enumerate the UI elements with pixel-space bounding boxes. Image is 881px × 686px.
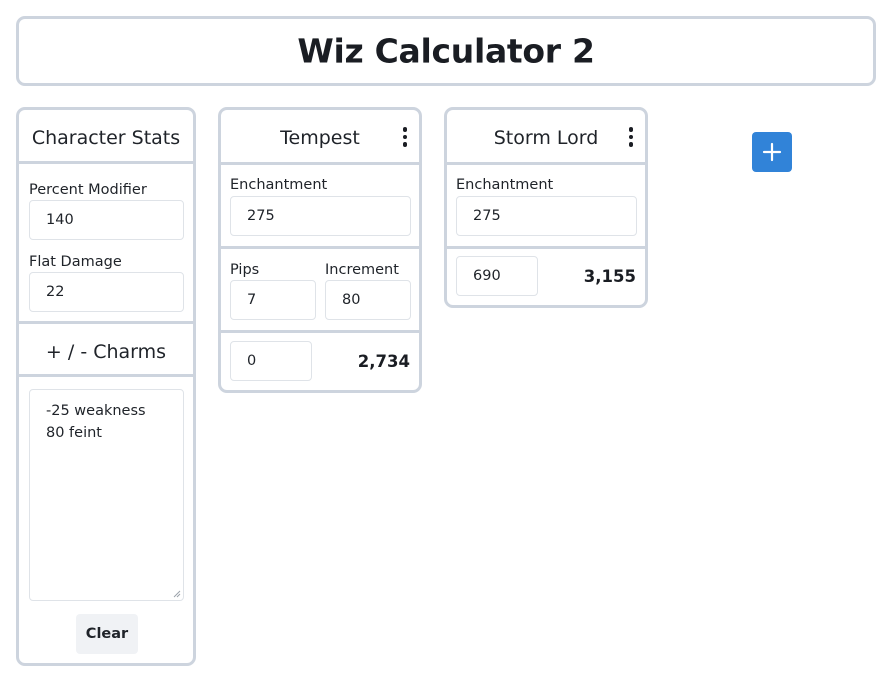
flat-damage-input[interactable]: 22 bbox=[29, 272, 184, 312]
divider bbox=[19, 161, 193, 164]
divider bbox=[19, 374, 193, 377]
add-spell-button[interactable] bbox=[752, 132, 792, 172]
spell-name: Storm Lord bbox=[493, 127, 599, 149]
damage-result: 3,155 bbox=[583, 267, 636, 286]
character-stats-panel: Character Stats Percent Modifier 140 Fla… bbox=[16, 107, 196, 666]
charm-line: -25 weakness bbox=[46, 403, 146, 419]
percent-modifier-input[interactable]: 140 bbox=[29, 200, 184, 240]
increment-label: Increment bbox=[325, 262, 399, 278]
flat-damage-label: Flat Damage bbox=[29, 254, 122, 270]
spell-card-tempest: Tempest Enchantment 275 Pips 7 Increment… bbox=[218, 107, 422, 393]
enchantment-input[interactable]: 275 bbox=[456, 196, 637, 236]
damage-result: 2,734 bbox=[357, 352, 410, 371]
resize-grip-icon[interactable] bbox=[171, 588, 181, 598]
spell-card-storm-lord: Storm Lord Enchantment 275 690 3,155 bbox=[444, 107, 648, 308]
enchantment-label: Enchantment bbox=[230, 177, 328, 193]
spell-name: Tempest bbox=[280, 127, 360, 149]
percent-modifier-label: Percent Modifier bbox=[29, 182, 147, 198]
divider bbox=[221, 162, 419, 165]
divider bbox=[221, 246, 419, 249]
enchantment-input[interactable]: 275 bbox=[230, 196, 411, 236]
charms-title: + / - Charms bbox=[45, 341, 167, 363]
charms-textarea[interactable]: -25 weakness 80 feint bbox=[29, 389, 184, 601]
more-options-icon[interactable] bbox=[624, 125, 638, 149]
pips-label: Pips bbox=[230, 262, 260, 278]
more-options-icon[interactable] bbox=[398, 125, 412, 149]
base-damage-input[interactable]: 690 bbox=[456, 256, 538, 296]
divider bbox=[447, 246, 645, 249]
base-damage-input[interactable]: 0 bbox=[230, 341, 312, 381]
charm-line: 80 feint bbox=[46, 425, 102, 441]
app-header: Wiz Calculator 2 bbox=[16, 16, 876, 86]
plus-icon bbox=[762, 142, 782, 162]
enchantment-label: Enchantment bbox=[456, 177, 554, 193]
pips-input[interactable]: 7 bbox=[230, 280, 316, 320]
app-title: Wiz Calculator 2 bbox=[297, 31, 595, 71]
increment-input[interactable]: 80 bbox=[325, 280, 411, 320]
divider bbox=[19, 321, 193, 324]
character-stats-title: Character Stats bbox=[31, 127, 181, 149]
divider bbox=[221, 330, 419, 333]
divider bbox=[447, 162, 645, 165]
clear-button[interactable]: Clear bbox=[76, 614, 138, 654]
